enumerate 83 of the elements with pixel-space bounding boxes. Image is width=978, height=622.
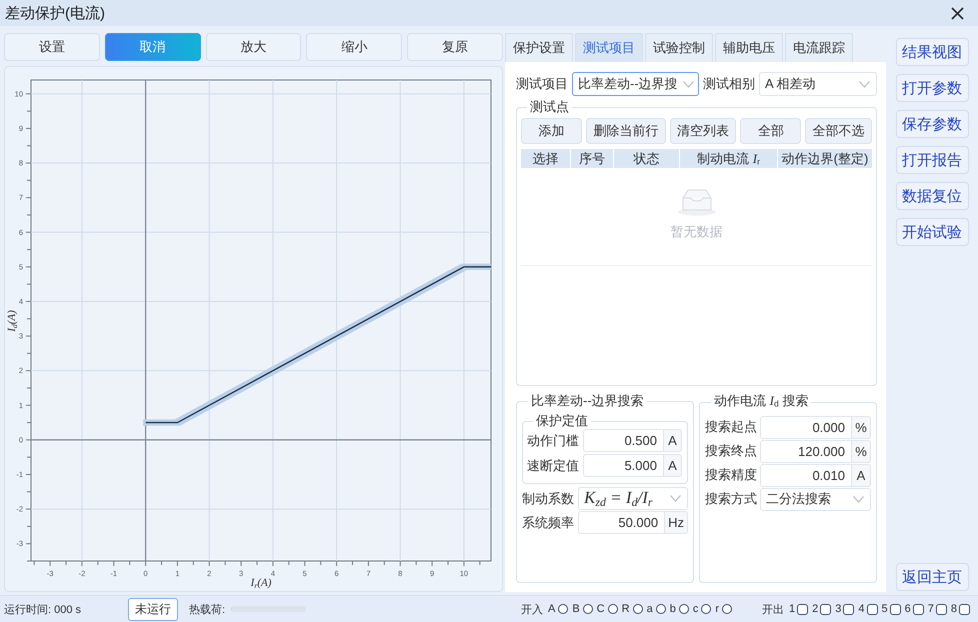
indicator-label: C xyxy=(596,603,605,615)
chevron-down-icon xyxy=(683,80,694,88)
field-label: 测试相别 xyxy=(703,75,755,93)
unit-addon: Hz xyxy=(664,511,688,534)
indicator-label: r xyxy=(715,603,719,615)
field-label: 速断定值 xyxy=(527,456,579,474)
panel-legend: 保护定值 xyxy=(533,413,591,429)
panel-legend: 测试点 xyxy=(527,99,572,115)
tab[interactable]: 试验控制 xyxy=(645,33,713,62)
indicator-label: A xyxy=(548,603,556,615)
x-axis-title: I$_{r}$(A) xyxy=(250,578,272,590)
empty-state-text: 暂无数据 xyxy=(670,223,722,241)
indicator-label: 8 xyxy=(950,603,957,615)
list-button[interactable]: 全部不选 xyxy=(805,118,872,144)
tab[interactable]: 保护设置 xyxy=(505,33,573,62)
panel-legend: 比率差动--边界搜索 xyxy=(528,393,647,409)
unit-addon: A xyxy=(851,464,871,487)
indicator-label: b xyxy=(670,603,676,615)
indicator-label: 7 xyxy=(928,603,934,615)
list-button[interactable]: 删除当前行 xyxy=(586,118,666,144)
unit-addon: A xyxy=(663,454,682,477)
indicator-label: 6 xyxy=(904,603,911,615)
test-item-dropdown[interactable]: 比率差动--边界搜 xyxy=(572,72,699,96)
column-header: 状态 xyxy=(614,149,679,168)
indicator-label: 3 xyxy=(835,603,842,615)
field-label: 搜索起点 xyxy=(705,418,757,436)
indicator-label: B xyxy=(572,603,580,615)
field-label: 搜索终点 xyxy=(705,442,757,460)
tab[interactable]: 辅助电压 xyxy=(715,33,783,62)
tab[interactable]: 测试项目 xyxy=(575,33,643,62)
window-title: 差动保护(电流) xyxy=(5,4,105,22)
indicator-label: 2 xyxy=(812,603,818,615)
indicator-label: a xyxy=(646,603,653,615)
toolbar-button[interactable]: 放大 xyxy=(206,33,302,61)
dropdown[interactable]: 二分法搜索 xyxy=(760,488,871,511)
field-label: 动作门槛 xyxy=(527,432,579,450)
side-button[interactable]: 打开参数 xyxy=(896,74,968,102)
column-header: 序号 xyxy=(571,149,613,168)
number-field[interactable]: 0.010 xyxy=(760,464,851,487)
toolbar-button[interactable]: 复原 xyxy=(407,33,503,61)
tab[interactable]: 电流跟踪 xyxy=(785,33,853,62)
list-button[interactable]: 添加 xyxy=(521,118,582,144)
inputs-label: 开入 xyxy=(520,602,543,616)
chevron-down-icon xyxy=(670,495,681,502)
field-label: 制动系数 xyxy=(522,490,574,508)
side-button[interactable]: 打开报告 xyxy=(896,146,968,174)
unit-addon: A xyxy=(663,429,682,452)
field-label: 搜索方式 xyxy=(705,490,757,508)
run-status-badge: 未运行 xyxy=(128,598,178,620)
field-label: 测试项目 xyxy=(516,75,568,93)
toolbar-button[interactable]: 设置 xyxy=(4,33,100,61)
indicator-label: 4 xyxy=(858,603,864,615)
unit-addon: % xyxy=(851,416,871,439)
number-field[interactable]: 120.000 xyxy=(760,440,851,463)
field-label: 搜索精度 xyxy=(705,466,757,484)
test-phase-dropdown[interactable]: A 相差动 xyxy=(759,72,877,96)
close-icon[interactable] xyxy=(951,6,964,20)
column-header: 动作边界(整定) xyxy=(778,149,872,168)
unit-addon: % xyxy=(851,440,871,463)
side-button[interactable]: 数据复位 xyxy=(896,182,968,210)
side-button[interactable]: 结果视图 xyxy=(896,38,968,66)
field-label: 系统频率 xyxy=(522,514,574,532)
indicator-label: 1 xyxy=(789,603,796,615)
indicator-label: c xyxy=(692,603,698,615)
indicator-label: R xyxy=(622,603,630,615)
run-time-text: 运行时间: 000 s xyxy=(4,602,82,616)
heat-load-label: 热载荷: xyxy=(189,602,226,616)
column-header: 制动电流 I$_{r}$ xyxy=(680,149,777,168)
chevron-down-icon xyxy=(859,80,870,88)
column-header: 选择 xyxy=(521,149,570,168)
chevron-down-icon xyxy=(853,496,864,503)
side-button[interactable]: 保存参数 xyxy=(896,110,968,138)
indicator-label: 5 xyxy=(882,603,888,615)
empty-inbox-icon xyxy=(676,188,716,216)
dropdown[interactable]: K$_{zd}$ = I$_{d}$/I$_{r}$ xyxy=(578,487,688,510)
list-button[interactable]: 全部 xyxy=(740,118,802,144)
number-field[interactable]: 0.000 xyxy=(760,416,851,439)
home-button[interactable]: 返回主页 xyxy=(896,563,968,591)
outputs-label: 开出 xyxy=(762,602,784,616)
toolbar-button[interactable]: 缩小 xyxy=(306,33,402,61)
side-button[interactable]: 开始试验 xyxy=(896,218,968,246)
panel-legend: 动作电流 I$_{d}$ 搜索 xyxy=(711,393,812,412)
list-button[interactable]: 清空列表 xyxy=(670,118,736,144)
